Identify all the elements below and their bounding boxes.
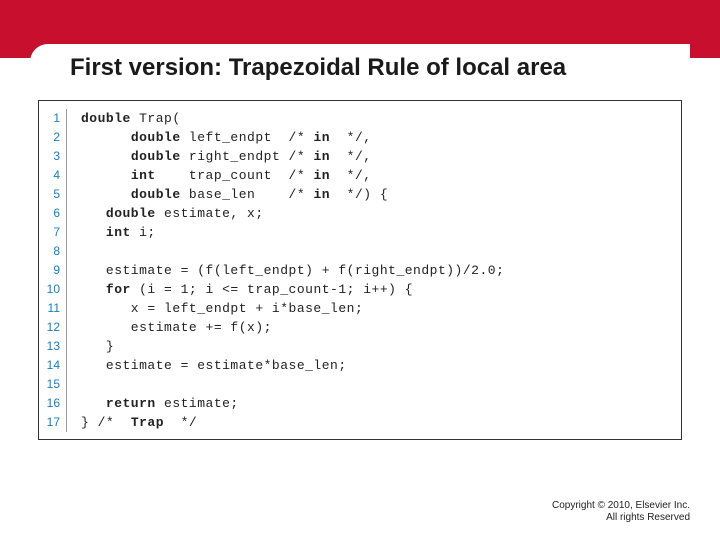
line-number: 1 xyxy=(39,109,67,128)
code-line: 6 double estimate, x; xyxy=(39,204,681,223)
code-text: double right_endpt /* in */, xyxy=(81,147,372,166)
line-number: 15 xyxy=(39,375,67,394)
code-text: double estimate, x; xyxy=(81,204,264,223)
code-text: x = left_endpt + i*base_len; xyxy=(81,299,363,318)
code-text: double Trap( xyxy=(81,109,181,128)
code-text: double left_endpt /* in */, xyxy=(81,128,372,147)
line-number: 7 xyxy=(39,223,67,242)
code-line: 8 xyxy=(39,242,681,261)
code-line: 4 int trap_count /* in */, xyxy=(39,166,681,185)
code-line: 10 for (i = 1; i <= trap_count-1; i++) { xyxy=(39,280,681,299)
code-line: 1 double Trap( xyxy=(39,109,681,128)
code-text: for (i = 1; i <= trap_count-1; i++) { xyxy=(81,280,413,299)
code-text: estimate += f(x); xyxy=(81,318,272,337)
line-number: 17 xyxy=(39,413,67,432)
code-text: estimate = (f(left_endpt) + f(right_endp… xyxy=(81,261,504,280)
line-number: 12 xyxy=(39,318,67,337)
line-number: 9 xyxy=(39,261,67,280)
code-listing: 1double Trap(2 double left_endpt /* in *… xyxy=(38,100,682,440)
code-line: 7 int i; xyxy=(39,223,681,242)
line-number: 2 xyxy=(39,128,67,147)
code-line: 3 double right_endpt /* in */, xyxy=(39,147,681,166)
line-number: 6 xyxy=(39,204,67,223)
line-number: 13 xyxy=(39,337,67,356)
code-text: double base_len /* in */) { xyxy=(81,185,388,204)
code-line: 5 double base_len /* in */) { xyxy=(39,185,681,204)
line-number: 3 xyxy=(39,147,67,166)
code-line: 2 double left_endpt /* in */, xyxy=(39,128,681,147)
code-line: 14 estimate = estimate*base_len; xyxy=(39,356,681,375)
code-line: 12 estimate += f(x); xyxy=(39,318,681,337)
line-number: 5 xyxy=(39,185,67,204)
line-number: 11 xyxy=(39,299,67,318)
copyright-line2: All rights Reserved xyxy=(552,512,690,524)
line-number: 10 xyxy=(39,280,67,299)
line-number: 8 xyxy=(39,242,67,261)
code-text: int trap_count /* in */, xyxy=(81,166,372,185)
code-text: return estimate; xyxy=(81,394,239,413)
code-line: 15 xyxy=(39,375,681,394)
line-number: 14 xyxy=(39,356,67,375)
code-line: 11 x = left_endpt + i*base_len; xyxy=(39,299,681,318)
copyright-footer: Copyright © 2010, Elsevier Inc. All righ… xyxy=(552,500,690,524)
code-text: } xyxy=(81,337,114,356)
code-line: 17 } /* Trap */ xyxy=(39,413,681,432)
copyright-line1: Copyright © 2010, Elsevier Inc. xyxy=(552,500,690,512)
code-line: 16 return estimate; xyxy=(39,394,681,413)
code-text: int i; xyxy=(81,223,156,242)
code-line: 9 estimate = (f(left_endpt) + f(right_en… xyxy=(39,261,681,280)
line-number: 4 xyxy=(39,166,67,185)
code-text: } /* Trap */ xyxy=(81,413,197,432)
header-banner xyxy=(0,0,720,58)
code-line: 13 } xyxy=(39,337,681,356)
code-text: estimate = estimate*base_len; xyxy=(81,356,347,375)
slide-title: First version: Trapezoidal Rule of local… xyxy=(70,54,566,82)
line-number: 16 xyxy=(39,394,67,413)
